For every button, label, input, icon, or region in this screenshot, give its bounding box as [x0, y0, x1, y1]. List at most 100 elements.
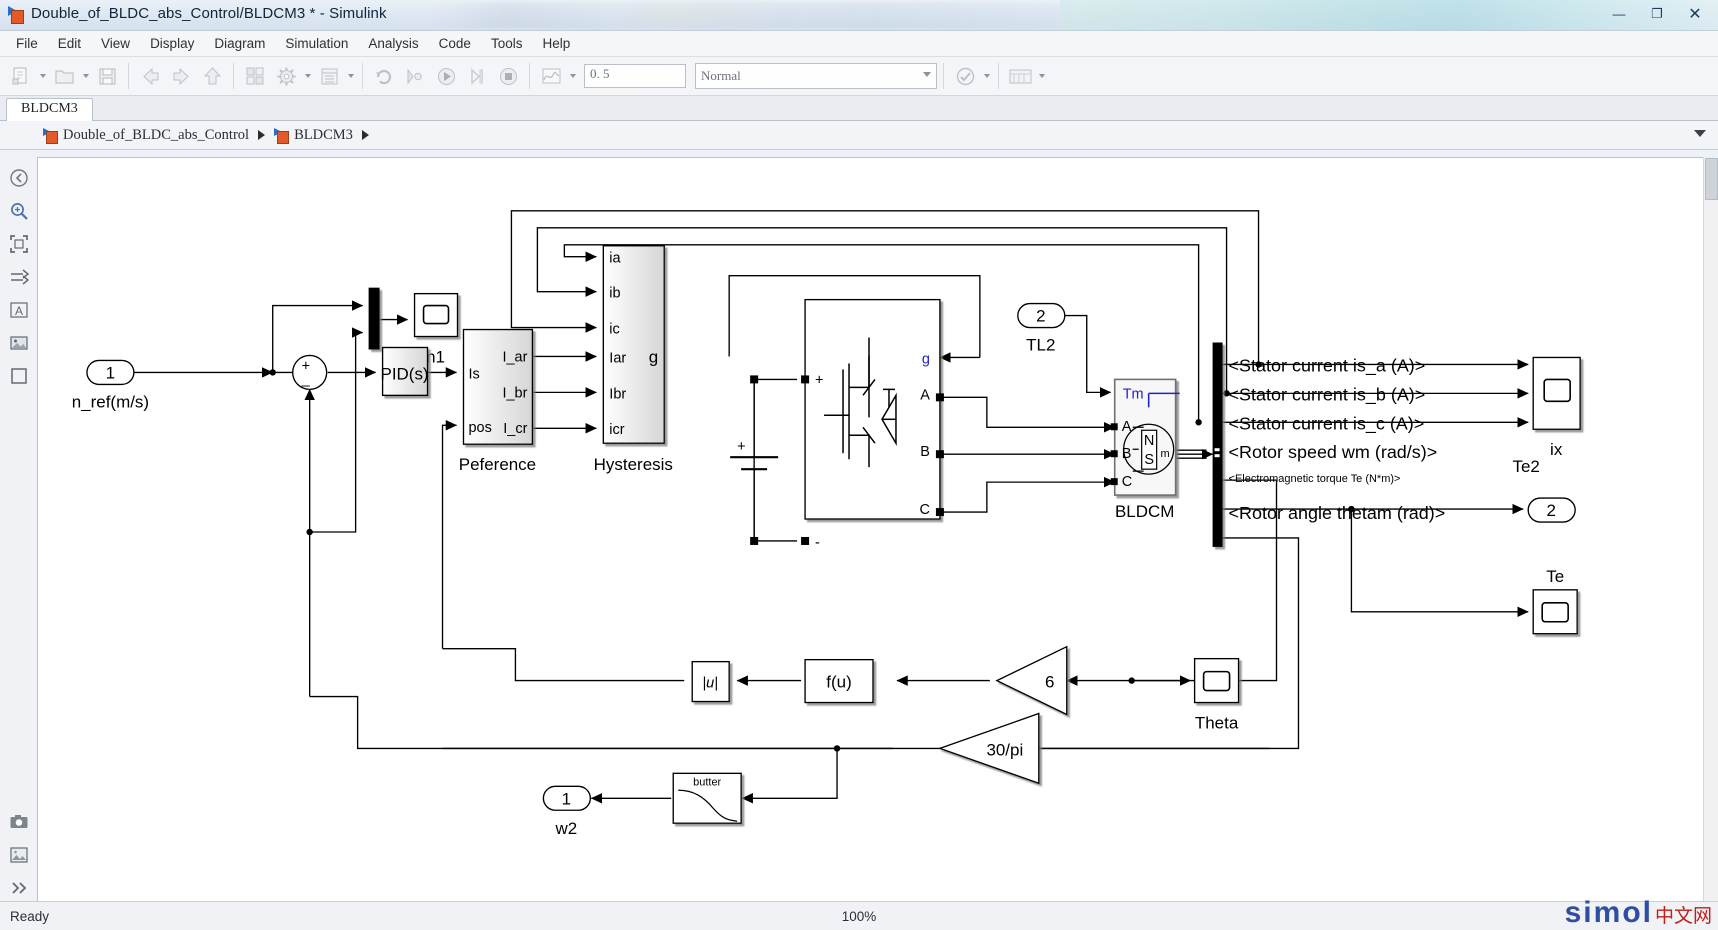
toolbar: 0. 5 Normal: [0, 57, 1718, 96]
menu-simulation[interactable]: Simulation: [275, 33, 358, 54]
minimize-button[interactable]: —: [1602, 3, 1636, 25]
hysteresis-block[interactable]: ia ib ic Iar Ibr icr g Hysteresis: [594, 245, 673, 474]
open-model-button[interactable]: [49, 61, 79, 91]
fit-screen-icon[interactable]: [5, 230, 33, 258]
minimize-icon: —: [1612, 6, 1626, 22]
pid-block[interactable]: PID(s): [381, 346, 429, 397]
magnifier-icon[interactable]: [5, 197, 33, 225]
breadcrumb-item-model[interactable]: Double_of_BLDC_abs_Control: [40, 127, 252, 144]
menu-code[interactable]: Code: [429, 33, 481, 54]
hysteresis-input-ic: ic: [609, 322, 619, 338]
menu-analysis[interactable]: Analysis: [358, 33, 428, 54]
peference-output-icr: I_cr: [503, 421, 527, 437]
arrow-right-icon[interactable]: [5, 263, 33, 291]
update-diagram-button[interactable]: [369, 61, 399, 91]
bldcm-block[interactable]: Tm A B C m N S BLDCM: [1110, 378, 1180, 521]
fast-restart-button[interactable]: [400, 61, 430, 91]
bus-signal-wm: <Rotor speed wm (rad/s)>: [1229, 442, 1438, 462]
bldcm-port-c: C: [1122, 474, 1132, 490]
text-A-icon[interactable]: A: [5, 296, 33, 324]
toolbar-separator-6: [998, 63, 999, 89]
menu-view[interactable]: View: [91, 33, 140, 54]
gain-6-block[interactable]: 6: [995, 645, 1068, 716]
model-advisor-button[interactable]: [950, 61, 980, 91]
config-dropdown-arrow[interactable]: [302, 61, 313, 91]
expand-breadcrumb-button[interactable]: [1694, 130, 1706, 137]
hysteresis-input-ia: ia: [609, 251, 621, 267]
gain-30pi-block[interactable]: 30/pi: [937, 712, 1040, 785]
menu-help[interactable]: Help: [532, 33, 580, 54]
stop-simulation-button[interactable]: [493, 61, 523, 91]
menu-file[interactable]: File: [6, 33, 48, 54]
new-model-button[interactable]: [6, 61, 36, 91]
butter-filter-block[interactable]: butter: [672, 772, 742, 824]
scrollbar-thumb[interactable]: [1705, 158, 1718, 200]
outport-te2[interactable]: 2 Te2: [1513, 457, 1576, 523]
toolbar-separator-2: [233, 63, 234, 89]
navigate-up-button[interactable]: [197, 61, 227, 91]
scope-theta[interactable]: Theta: [1193, 657, 1240, 733]
sdi-dropdown-arrow[interactable]: [567, 61, 578, 91]
outport-w2[interactable]: 1 w2: [542, 785, 592, 838]
navigate-back-button[interactable]: [135, 61, 165, 91]
save-model-button[interactable]: [92, 61, 122, 91]
model-configuration-parameters-button[interactable]: [271, 61, 301, 91]
sum-minus-sign: _: [301, 371, 311, 387]
hysteresis-label: Hysteresis: [594, 455, 673, 474]
canvas-vertical-scrollbar[interactable]: [1703, 157, 1718, 902]
title-bar-ghost-overlay: [430, 2, 1070, 28]
simulation-mode-select[interactable]: Normal: [695, 63, 937, 89]
new-model-dropdown-arrow[interactable]: [37, 61, 48, 91]
peference-output-ibr: I_br: [502, 385, 527, 401]
chevron-right-icon: [361, 130, 369, 140]
menu-display[interactable]: Display: [140, 33, 204, 54]
menu-diagram[interactable]: Diagram: [204, 33, 275, 54]
camera-icon[interactable]: [5, 808, 33, 836]
perspective-views-button[interactable]: [1005, 61, 1035, 91]
circle-arrow-left-icon[interactable]: [5, 164, 33, 192]
bus-signal-is-b: <Stator current is_b (A)>: [1229, 384, 1426, 405]
abs-block[interactable]: |u|: [691, 660, 730, 703]
zoom-level: 100%: [841, 908, 877, 924]
model-explorer-dropdown-arrow[interactable]: [345, 61, 356, 91]
hysteresis-output-g: g: [649, 347, 658, 366]
square-icon[interactable]: [5, 362, 33, 390]
menu-edit[interactable]: Edit: [48, 33, 91, 54]
scope-ix[interactable]: ix: [1532, 356, 1581, 459]
model-canvas[interactable]: 1 n_ref(m/s) + _ n1 PID(s) Is pos I_ar I…: [37, 157, 1704, 902]
outport-w2-number: 1: [562, 789, 571, 808]
peference-label: Peference: [459, 455, 536, 474]
scope-te[interactable]: Te: [1532, 567, 1578, 635]
bus-selector-block[interactable]: <Stator current is_a (A)> <Stator curren…: [1212, 342, 1446, 547]
picture-icon[interactable]: [5, 329, 33, 357]
simulation-data-inspector-button[interactable]: [536, 61, 566, 91]
breadcrumb-model-label: Double_of_BLDC_abs_Control: [63, 126, 250, 143]
close-button[interactable]: ✕: [1678, 3, 1712, 25]
inport-tl2[interactable]: 2 TL2: [1017, 302, 1066, 355]
outport-w2-label: w2: [555, 819, 578, 838]
bridge-port-plus: +: [815, 372, 823, 388]
model-advisor-dropdown-arrow[interactable]: [981, 61, 992, 91]
step-forward-button[interactable]: [462, 61, 492, 91]
image-frame-icon[interactable]: [5, 841, 33, 869]
perspective-dropdown-arrow[interactable]: [1036, 61, 1047, 91]
simulation-stop-time-input[interactable]: 0. 5: [584, 64, 686, 88]
breadcrumb-item-subsystem[interactable]: BLDCM3: [271, 127, 356, 144]
run-simulation-button[interactable]: [431, 61, 461, 91]
sum-block[interactable]: + _: [292, 354, 328, 391]
double-chevron-right-icon[interactable]: [5, 874, 33, 902]
model-explorer-button[interactable]: [314, 61, 344, 91]
window-title: Double_of_BLDC_abs_Control/BLDCM3 * - Si…: [31, 5, 387, 22]
mux-block[interactable]: [368, 287, 380, 350]
open-model-dropdown-arrow[interactable]: [80, 61, 91, 91]
universal-bridge-block[interactable]: + - g A B C: [801, 298, 944, 551]
maximize-button[interactable]: ❐: [1640, 3, 1674, 25]
toolbar-separator-1: [128, 63, 129, 89]
fcn-block[interactable]: f(u): [804, 658, 874, 704]
hysteresis-input-ib: ib: [609, 286, 620, 302]
menu-tools[interactable]: Tools: [481, 33, 533, 54]
peference-block[interactable]: Is pos I_ar I_br I_cr Peference: [459, 328, 536, 475]
navigate-forward-button[interactable]: [166, 61, 196, 91]
library-browser-button[interactable]: [240, 61, 270, 91]
inport-n-ref[interactable]: 1 n_ref(m/s): [72, 359, 149, 411]
